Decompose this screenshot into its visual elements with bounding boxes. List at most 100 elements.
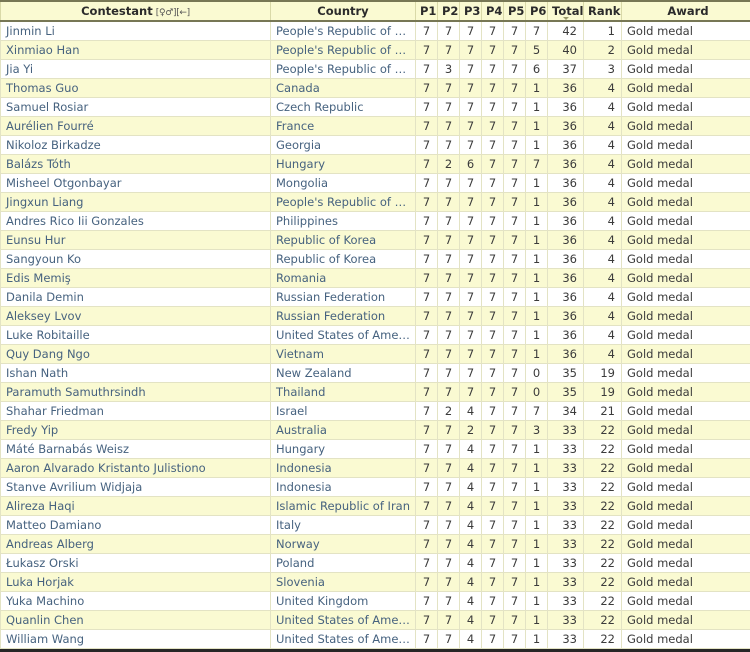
- contestant-name-link[interactable]: Jia Yi: [1, 59, 271, 78]
- contestant-name-link[interactable]: Samuel Rosiar: [1, 97, 271, 116]
- table-row[interactable]: Yuka MachinoUnited Kingdom7747713322Gold…: [1, 591, 750, 610]
- table-row[interactable]: Thomas GuoCanada777771364Gold medal: [1, 78, 750, 97]
- country-link[interactable]: United States of America: [271, 629, 416, 648]
- table-row[interactable]: Paramuth SamuthrsindhThailand7777703519G…: [1, 382, 750, 401]
- contestant-name-link[interactable]: Luke Robitaille: [1, 325, 271, 344]
- table-row[interactable]: Quanlin ChenUnited States of America7747…: [1, 610, 750, 629]
- column-header-p5[interactable]: P5: [504, 1, 526, 21]
- table-row[interactable]: Aaron Alvarado Kristanto JulistionoIndon…: [1, 458, 750, 477]
- column-header-p3[interactable]: P3: [460, 1, 482, 21]
- country-link[interactable]: Georgia: [271, 135, 416, 154]
- country-link[interactable]: United States of America: [271, 325, 416, 344]
- table-row[interactable]: Aurélien FourréFrance777771364Gold medal: [1, 116, 750, 135]
- contestant-name-link[interactable]: Andreas Alberg: [1, 534, 271, 553]
- table-row[interactable]: Stanve Avrilium WidjajaIndonesia77477133…: [1, 477, 750, 496]
- contestant-name-link[interactable]: Luka Horjak: [1, 572, 271, 591]
- table-row[interactable]: Luke RobitailleUnited States of America7…: [1, 325, 750, 344]
- country-link[interactable]: Australia: [271, 420, 416, 439]
- contestant-name-link[interactable]: Nikoloz Birkadze: [1, 135, 271, 154]
- table-row[interactable]: Luka HorjakSlovenia7747713322Gold medal: [1, 572, 750, 591]
- contestant-name-link[interactable]: Aleksey Lvov: [1, 306, 271, 325]
- table-row[interactable]: Edis MemişRomania777771364Gold medal: [1, 268, 750, 287]
- column-header-total[interactable]: Total: [548, 1, 584, 21]
- table-row[interactable]: Eunsu HurRepublic of Korea777771364Gold …: [1, 230, 750, 249]
- contestant-name-link[interactable]: Stanve Avrilium Widjaja: [1, 477, 271, 496]
- country-link[interactable]: United States of America: [271, 610, 416, 629]
- country-link[interactable]: Italy: [271, 515, 416, 534]
- column-header-award[interactable]: Award: [622, 1, 750, 21]
- country-link[interactable]: Vietnam: [271, 344, 416, 363]
- contestant-name-link[interactable]: Shahar Friedman: [1, 401, 271, 420]
- country-link[interactable]: People's Republic of China: [271, 21, 416, 40]
- table-row[interactable]: Nikoloz BirkadzeGeorgia777771364Gold med…: [1, 135, 750, 154]
- table-row[interactable]: Danila DeminRussian Federation777771364G…: [1, 287, 750, 306]
- contestant-name-link[interactable]: Jinmin Li: [1, 21, 271, 40]
- table-row[interactable]: Balázs TóthHungary726777364Gold medal: [1, 154, 750, 173]
- country-link[interactable]: Slovenia: [271, 572, 416, 591]
- country-link[interactable]: Russian Federation: [271, 287, 416, 306]
- contestant-name-link[interactable]: Eunsu Hur: [1, 230, 271, 249]
- contestant-name-link[interactable]: Alireza Haqi: [1, 496, 271, 515]
- country-link[interactable]: Hungary: [271, 439, 416, 458]
- table-row[interactable]: Jingxun LiangPeople's Republic of China7…: [1, 192, 750, 211]
- contestant-name-link[interactable]: Quy Dang Ngo: [1, 344, 271, 363]
- column-header-p6[interactable]: P6: [526, 1, 548, 21]
- country-link[interactable]: Israel: [271, 401, 416, 420]
- table-row[interactable]: Quy Dang NgoVietnam777771364Gold medal: [1, 344, 750, 363]
- country-link[interactable]: Poland: [271, 553, 416, 572]
- contestant-name-link[interactable]: Aaron Alvarado Kristanto Julistiono: [1, 458, 271, 477]
- column-header-p4[interactable]: P4: [482, 1, 504, 21]
- contestant-name-link[interactable]: Yuka Machino: [1, 591, 271, 610]
- table-row[interactable]: Łukasz OrskiPoland7747713322Gold medal: [1, 553, 750, 572]
- country-link[interactable]: Thailand: [271, 382, 416, 401]
- table-row[interactable]: Sangyoun KoRepublic of Korea777771364Gol…: [1, 249, 750, 268]
- table-row[interactable]: Shahar FriedmanIsrael7247773421Gold meda…: [1, 401, 750, 420]
- country-link[interactable]: Mongolia: [271, 173, 416, 192]
- table-row[interactable]: Xinmiao HanPeople's Republic of China777…: [1, 40, 750, 59]
- table-row[interactable]: Samuel RosiarCzech Republic777771364Gold…: [1, 97, 750, 116]
- contestant-name-link[interactable]: Misheel Otgonbayar: [1, 173, 271, 192]
- country-link[interactable]: Canada: [271, 78, 416, 97]
- table-row[interactable]: Fredy YipAustralia7727733322Gold medal: [1, 420, 750, 439]
- table-row[interactable]: William WangUnited States of America7747…: [1, 629, 750, 648]
- table-row[interactable]: Matteo DamianoItaly7747713322Gold medal: [1, 515, 750, 534]
- contestant-name-link[interactable]: Thomas Guo: [1, 78, 271, 97]
- country-link[interactable]: United Kingdom: [271, 591, 416, 610]
- country-link[interactable]: Philippines: [271, 211, 416, 230]
- table-row[interactable]: Misheel OtgonbayarMongolia777771364Gold …: [1, 173, 750, 192]
- country-link[interactable]: Norway: [271, 534, 416, 553]
- table-row[interactable]: Jia YiPeople's Republic of China73777637…: [1, 59, 750, 78]
- table-row[interactable]: Máté Barnabás WeiszHungary7747713322Gold…: [1, 439, 750, 458]
- table-row[interactable]: Alireza HaqiIslamic Republic of Iran7747…: [1, 496, 750, 515]
- contestant-sort-icon[interactable]: [♀♂][←]: [156, 8, 190, 18]
- country-link[interactable]: Republic of Korea: [271, 230, 416, 249]
- table-row[interactable]: Jinmin LiPeople's Republic of China77777…: [1, 21, 750, 40]
- contestant-name-link[interactable]: Ishan Nath: [1, 363, 271, 382]
- table-row[interactable]: Aleksey LvovRussian Federation777771364G…: [1, 306, 750, 325]
- country-link[interactable]: France: [271, 116, 416, 135]
- country-link[interactable]: Indonesia: [271, 458, 416, 477]
- country-link[interactable]: Hungary: [271, 154, 416, 173]
- contestant-name-link[interactable]: Xinmiao Han: [1, 40, 271, 59]
- contestant-name-link[interactable]: Danila Demin: [1, 287, 271, 306]
- country-link[interactable]: People's Republic of China: [271, 59, 416, 78]
- column-header-contestant[interactable]: Contestant[♀♂][←]: [1, 1, 271, 21]
- country-link[interactable]: People's Republic of China: [271, 40, 416, 59]
- table-row[interactable]: Andreas AlbergNorway7747713322Gold medal: [1, 534, 750, 553]
- contestant-name-link[interactable]: Fredy Yip: [1, 420, 271, 439]
- country-link[interactable]: Czech Republic: [271, 97, 416, 116]
- contestant-name-link[interactable]: Aurélien Fourré: [1, 116, 271, 135]
- contestant-name-link[interactable]: Máté Barnabás Weisz: [1, 439, 271, 458]
- country-link[interactable]: Romania: [271, 268, 416, 287]
- country-link[interactable]: Indonesia: [271, 477, 416, 496]
- table-row[interactable]: Andres Rico Iii GonzalesPhilippines77777…: [1, 211, 750, 230]
- country-link[interactable]: New Zealand: [271, 363, 416, 382]
- contestant-name-link[interactable]: Edis Memiş: [1, 268, 271, 287]
- contestant-name-link[interactable]: Quanlin Chen: [1, 610, 271, 629]
- country-link[interactable]: People's Republic of China: [271, 192, 416, 211]
- country-link[interactable]: Republic of Korea: [271, 249, 416, 268]
- country-link[interactable]: Islamic Republic of Iran: [271, 496, 416, 515]
- contestant-name-link[interactable]: Andres Rico Iii Gonzales: [1, 211, 271, 230]
- country-link[interactable]: Russian Federation: [271, 306, 416, 325]
- column-header-rank[interactable]: Rank: [584, 1, 622, 21]
